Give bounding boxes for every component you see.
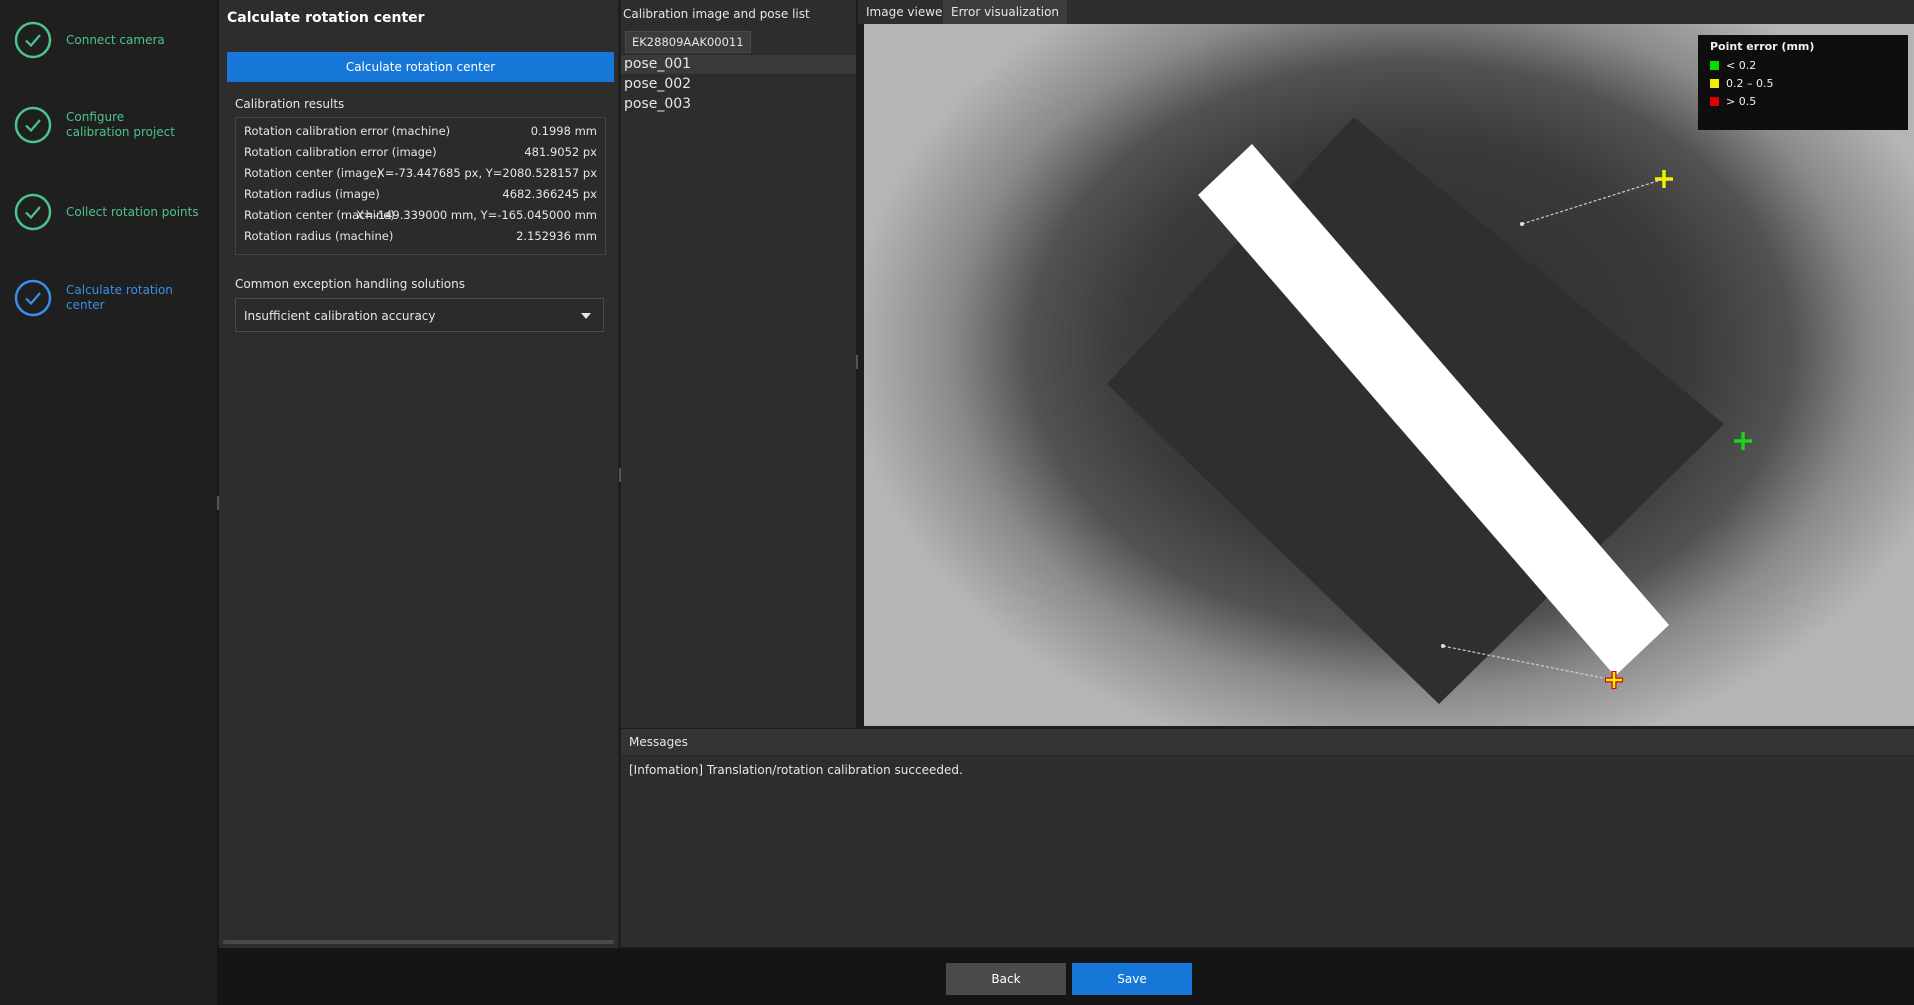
legend-label: < 0.2 bbox=[1726, 59, 1757, 72]
viewer-tabs: Image viewer Error visualization bbox=[858, 0, 1914, 24]
pose-item[interactable]: pose_003 bbox=[621, 95, 856, 114]
result-row: Rotation center (machine) X=-149.339000 … bbox=[236, 204, 605, 225]
save-button[interactable]: Save bbox=[1072, 963, 1192, 995]
check-circle-icon bbox=[14, 21, 52, 59]
pose-list-title: Calibration image and pose list bbox=[623, 7, 810, 21]
result-row: Rotation calibration error (machine) 0.1… bbox=[236, 120, 605, 141]
legend-item: 0.2 – 0.5 bbox=[1710, 77, 1773, 90]
results-table: Rotation calibration error (machine) 0.1… bbox=[235, 117, 606, 255]
result-row: Rotation radius (machine) 2.152936 mm bbox=[236, 225, 605, 246]
results-label: Calibration results bbox=[235, 97, 345, 111]
result-key: Rotation center (image) bbox=[244, 166, 382, 180]
tab-error-visualization[interactable]: Error visualization bbox=[943, 0, 1068, 24]
result-value: 2.152936 mm bbox=[516, 229, 597, 243]
point-error-legend: Point error (mm) < 0.2 0.2 – 0.5 > 0.5 bbox=[1698, 35, 1908, 130]
result-key: Rotation calibration error (machine) bbox=[244, 124, 451, 138]
yellow-cross-marker bbox=[1655, 170, 1673, 188]
result-value: 481.9052 px bbox=[524, 145, 597, 159]
result-value: 4682.366245 px bbox=[502, 187, 597, 201]
legend-label: 0.2 – 0.5 bbox=[1726, 77, 1774, 90]
messages-title: Messages bbox=[629, 735, 688, 749]
legend-item: < 0.2 bbox=[1710, 59, 1756, 72]
horizontal-scrollbar[interactable] bbox=[223, 940, 614, 944]
panel-title: Calculate rotation center bbox=[227, 10, 425, 26]
exceptions-label: Common exception handling solutions bbox=[235, 277, 465, 291]
pose-list-panel: Calibration image and pose list EK28809A… bbox=[621, 0, 856, 728]
legend-label: > 0.5 bbox=[1726, 95, 1757, 108]
result-key: Rotation radius (machine) bbox=[244, 229, 394, 243]
image-viewer[interactable]: Point error (mm) < 0.2 0.2 – 0.5 > 0.5 bbox=[864, 24, 1914, 726]
legend-item: > 0.5 bbox=[1710, 95, 1756, 108]
bottom-bar: Back Save bbox=[217, 948, 1914, 1005]
legend-title: Point error (mm) bbox=[1710, 40, 1815, 53]
step-collect-rotation-points[interactable]: Collect rotation points bbox=[14, 193, 214, 231]
back-button[interactable]: Back bbox=[946, 963, 1066, 995]
result-key: Rotation calibration error (image) bbox=[244, 145, 437, 159]
result-value: X=-73.447685 px, Y=2080.528157 px bbox=[376, 166, 597, 180]
messages-panel: Messages [Infomation] Translation/rotati… bbox=[621, 729, 1914, 947]
pose-item[interactable]: pose_001 bbox=[621, 55, 856, 74]
red-swatch-icon bbox=[1710, 97, 1719, 106]
step-label: Connect camera bbox=[66, 32, 165, 47]
yellow-swatch-icon bbox=[1710, 79, 1719, 88]
chevron-down-icon bbox=[581, 313, 591, 319]
green-swatch-icon bbox=[1710, 61, 1719, 70]
step-label: Configure calibration project bbox=[66, 110, 175, 139]
camera-tag[interactable]: EK28809AAK00011 bbox=[625, 31, 751, 53]
point-marker bbox=[1520, 222, 1524, 226]
check-circle-icon bbox=[14, 106, 52, 144]
result-value: X=-149.339000 mm, Y=-165.045000 mm bbox=[356, 208, 597, 222]
tab-image-viewer[interactable]: Image viewer bbox=[858, 0, 955, 24]
check-circle-icon bbox=[14, 279, 52, 317]
splitter-handle[interactable] bbox=[217, 496, 219, 510]
result-row: Rotation center (image) X=-73.447685 px,… bbox=[236, 162, 605, 183]
message-text: [Infomation] Translation/rotation calibr… bbox=[629, 763, 963, 777]
pose-item[interactable]: pose_002 bbox=[621, 75, 856, 94]
result-value: 0.1998 mm bbox=[530, 124, 597, 138]
yellow-cross-marker bbox=[1606, 672, 1622, 688]
green-cross-marker bbox=[1734, 432, 1752, 450]
splitter-handle[interactable] bbox=[856, 355, 858, 369]
step-connect-camera[interactable]: Connect camera bbox=[14, 21, 214, 59]
step-configure-project[interactable]: Configure calibration project bbox=[14, 106, 214, 144]
result-row: Rotation calibration error (image) 481.9… bbox=[236, 141, 605, 162]
step-label: Collect rotation points bbox=[66, 204, 199, 219]
result-key: Rotation radius (image) bbox=[244, 187, 380, 201]
point-marker bbox=[1441, 644, 1445, 648]
error-line bbox=[1521, 178, 1665, 225]
calculate-rotation-center-button[interactable]: Calculate rotation center bbox=[227, 52, 614, 82]
step-calculate-rotation-center[interactable]: Calculate rotation center bbox=[14, 279, 214, 317]
step-sidebar: Connect camera Configure calibration pro… bbox=[0, 0, 218, 1005]
config-panel: Calculate rotation center Calculate rota… bbox=[219, 0, 618, 948]
exception-solution-dropdown[interactable]: Insufficient calibration accuracy bbox=[235, 298, 604, 332]
messages-header: Messages bbox=[621, 729, 1914, 756]
result-row: Rotation radius (image) 4682.366245 px bbox=[236, 183, 605, 204]
dropdown-value: Insufficient calibration accuracy bbox=[244, 309, 436, 323]
step-label: Calculate rotation center bbox=[66, 283, 173, 312]
check-circle-icon bbox=[14, 193, 52, 231]
